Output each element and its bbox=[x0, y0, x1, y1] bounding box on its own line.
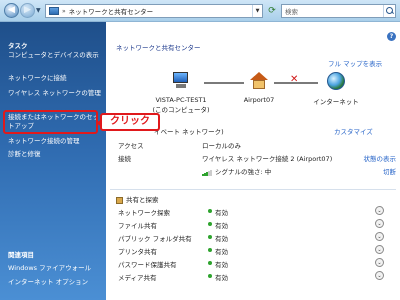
expand-button[interactable]: ⌄ bbox=[375, 219, 384, 228]
globe-icon bbox=[327, 72, 345, 90]
expand-button[interactable]: ⌄ bbox=[375, 258, 384, 267]
row-value: ローカルのみ bbox=[202, 142, 241, 150]
search-placeholder: 検索 bbox=[285, 8, 298, 16]
search-input[interactable]: 検索 bbox=[281, 4, 396, 18]
expand-button[interactable]: ⌄ bbox=[375, 206, 384, 215]
sharing-row: パブリック フォルダ共有 有効 ⌄ bbox=[118, 232, 400, 244]
search-icon[interactable] bbox=[383, 5, 395, 17]
task-connect-network[interactable]: ネットワークに接続 bbox=[8, 74, 104, 83]
node-internet-label: インターネット bbox=[313, 98, 359, 106]
house-icon bbox=[250, 72, 268, 90]
main-pane: ? ネットワークと共有センター フル マップを表示 VISTA-PC-TEST1… bbox=[106, 22, 400, 300]
node-this-computer: VISTA-PC-TEST1 (このコンピュータ) bbox=[146, 72, 216, 114]
task-manage-connections[interactable]: ネットワーク接続の管理 bbox=[8, 137, 104, 146]
breadcrumb-separator: » bbox=[62, 7, 66, 15]
expand-button[interactable]: ⌄ bbox=[375, 232, 384, 241]
address-bar: ◀ ▶ ▼ » ネットワークと共有センター ▼ ⟳ 検索 bbox=[0, 0, 400, 22]
sharing-value: 有効 bbox=[215, 274, 228, 282]
sharing-icon bbox=[116, 196, 123, 204]
row-label: アクセス bbox=[118, 142, 144, 150]
signal-text: シグナルの強さ: 中 bbox=[215, 168, 272, 176]
sharing-label: パスワード保護共有 bbox=[118, 261, 177, 269]
row-value: シグナルの強さ: 中 bbox=[202, 166, 271, 176]
sharing-value: 有効 bbox=[215, 248, 228, 256]
status-dot bbox=[208, 274, 212, 278]
task-diagnose-repair[interactable]: 診断と修復 bbox=[8, 150, 104, 159]
sharing-label: ネットワーク探索 bbox=[118, 209, 170, 217]
click-callout: クリック bbox=[100, 113, 160, 131]
view-full-map-link[interactable]: フル マップを表示 bbox=[328, 58, 382, 68]
task-manage-wireless[interactable]: ワイヤレス ネットワークの管理 bbox=[8, 89, 104, 98]
address-dropdown-icon[interactable]: ▼ bbox=[252, 5, 262, 17]
forward-button[interactable]: ▶ bbox=[20, 3, 35, 18]
sharing-label: プリンタ共有 bbox=[118, 248, 157, 256]
refresh-icon[interactable]: ⟳ bbox=[266, 4, 278, 18]
node-router: Airport07 bbox=[234, 72, 284, 104]
address-path[interactable]: » ネットワークと共有センター ▼ bbox=[45, 4, 263, 18]
row-connection: 接続 ワイヤレス ネットワーク接続 2 (Airport07) 状態の表示 bbox=[118, 153, 396, 163]
row-signal: シグナルの強さ: 中 切断 bbox=[118, 166, 396, 176]
sharing-label: ファイル共有 bbox=[118, 222, 157, 230]
sharing-value: 有効 bbox=[215, 222, 228, 230]
node-internet: インターネット bbox=[306, 72, 366, 106]
related-internet-options[interactable]: インターネット オプション bbox=[8, 278, 104, 287]
tasks-header: タスク bbox=[8, 42, 28, 50]
row-access: アクセス ローカルのみ bbox=[118, 140, 396, 150]
node-pc-label: VISTA-PC-TEST1 (このコンピュータ) bbox=[152, 96, 210, 114]
status-dot bbox=[208, 222, 212, 226]
sharing-value: 有効 bbox=[215, 209, 228, 217]
sharing-row: ネットワーク探索 有効 ⌄ bbox=[118, 206, 400, 218]
network-name: イベート ネットワーク) bbox=[154, 128, 224, 136]
sharing-row: プリンタ共有 有効 ⌄ bbox=[118, 245, 400, 257]
status-dot bbox=[208, 235, 212, 239]
sharing-section-header: 共有と探索 bbox=[110, 189, 396, 204]
network-map: VISTA-PC-TEST1 (このコンピュータ) Airport07 ✕ イン… bbox=[146, 68, 386, 124]
row-label: 接続 bbox=[118, 155, 131, 163]
computer-icon bbox=[171, 72, 191, 90]
sharing-row: パスワード保護共有 有効 ⌄ bbox=[118, 258, 400, 270]
status-dot bbox=[208, 248, 212, 252]
row-value: ワイヤレス ネットワーク接続 2 (Airport07) bbox=[202, 155, 333, 163]
node-router-label: Airport07 bbox=[243, 96, 275, 104]
history-dropdown-icon[interactable]: ▼ bbox=[36, 7, 42, 14]
address-location[interactable]: ネットワークと共有センター bbox=[69, 6, 154, 16]
task-pane: タスク コンピュータとデバイスの表示 ネットワークに接続 ワイヤレス ネットワー… bbox=[0, 22, 106, 300]
customize-link[interactable]: カスタマイズ bbox=[334, 126, 373, 136]
help-icon[interactable]: ? bbox=[387, 32, 396, 41]
page-title: ネットワークと共有センター bbox=[116, 44, 201, 52]
related-header: 関連項目 bbox=[8, 251, 34, 259]
disconnected-x-icon: ✕ bbox=[290, 74, 299, 85]
status-dot bbox=[208, 209, 212, 213]
highlight-box bbox=[3, 110, 98, 134]
status-dot bbox=[208, 261, 212, 265]
sharing-label: パブリック フォルダ共有 bbox=[118, 235, 192, 243]
sharing-row: メディア共有 有効 ⌄ bbox=[118, 271, 400, 283]
sharing-row: ファイル共有 有効 ⌄ bbox=[118, 219, 400, 231]
disconnect-link[interactable]: 切断 bbox=[383, 166, 396, 176]
expand-button[interactable]: ⌄ bbox=[375, 245, 384, 254]
back-button[interactable]: ◀ bbox=[4, 3, 19, 18]
control-panel-icon bbox=[49, 7, 59, 15]
view-status-link[interactable]: 状態の表示 bbox=[364, 153, 397, 163]
signal-icon bbox=[202, 168, 212, 176]
related-windows-firewall[interactable]: Windows ファイアウォール bbox=[8, 264, 104, 273]
task-view-computers[interactable]: コンピュータとデバイスの表示 bbox=[8, 51, 104, 60]
sharing-header: 共有と探索 bbox=[116, 194, 159, 204]
sharing-value: 有効 bbox=[215, 235, 228, 243]
sharing-value: 有効 bbox=[215, 261, 228, 269]
sharing-label: メディア共有 bbox=[118, 274, 157, 282]
expand-button[interactable]: ⌄ bbox=[375, 271, 384, 280]
